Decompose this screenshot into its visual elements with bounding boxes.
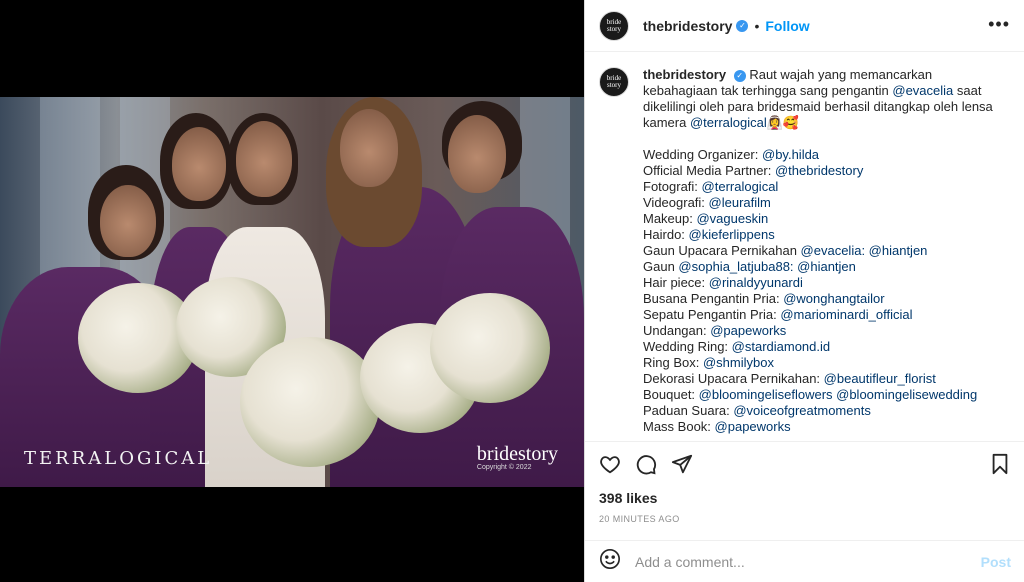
mention-link[interactable]: @papeworks <box>715 419 791 434</box>
post-side-panel: bride story thebridestory ✓ • Follow •••… <box>584 0 1024 582</box>
credit-label: Makeup: <box>643 211 697 226</box>
credit-line: Undangan: @papeworks <box>643 323 995 339</box>
caption: thebridestory ✓ Raut wajah yang memancar… <box>643 67 995 441</box>
credit-line: Wedding Organizer: @by.hilda <box>643 147 995 163</box>
caption-username[interactable]: thebridestory <box>643 67 726 82</box>
mention-link[interactable]: @voiceofgreatmoments <box>733 403 870 418</box>
credit-line: Gaun Upacara Pernikahan @evacelia: @hian… <box>643 243 995 259</box>
post-comment-button[interactable]: Post <box>981 554 1011 570</box>
comment-input[interactable] <box>635 553 965 570</box>
mention-link[interactable]: @thebridestory <box>775 163 863 178</box>
comment-icon[interactable] <box>633 451 659 477</box>
credit-line: Hair piece: @rinaldyyunardi <box>643 275 995 291</box>
credit-label: Hairdo: <box>643 227 689 242</box>
credit-line: Wedding Ring: @stardiamond.id <box>643 339 995 355</box>
credit-label: Official Media Partner: <box>643 163 775 178</box>
brand-watermark: bridestory Copyright © 2022 <box>477 444 558 471</box>
mention-link[interactable]: @bloomingeliseflowers @bloomingelisewedd… <box>699 387 978 402</box>
mention-link[interactable]: @kieferlippens <box>689 227 775 242</box>
mention-link[interactable]: @terralogical <box>702 179 779 194</box>
credit-label: Gaun <box>643 259 679 274</box>
mention-link[interactable]: @evacelia: @hiantjen <box>801 243 928 258</box>
credit-line: Official Media Partner: @thebridestory <box>643 163 995 179</box>
header-separator: • <box>754 17 760 34</box>
bride-face <box>236 121 292 197</box>
credit-label: Ring Box: <box>643 355 703 370</box>
mention-link[interactable]: @evacelia <box>892 83 953 98</box>
credit-line: Dekorasi Upacara Pernikahan: @beautifleu… <box>643 371 995 387</box>
verified-badge-icon: ✓ <box>733 69 746 82</box>
mention-link[interactable]: @rinaldyyunardi <box>709 275 803 290</box>
credit-label: Hair piece: <box>643 275 709 290</box>
credit-label: Videografi: <box>643 195 709 210</box>
credit-label: Bouquet: <box>643 387 699 402</box>
mention-link[interactable]: @shmilybox <box>703 355 774 370</box>
mention-link[interactable]: @wonghangtailor <box>783 291 884 306</box>
bookmark-icon[interactable] <box>987 451 1013 477</box>
credit-label: Mass Book: <box>643 419 715 434</box>
heart-icon[interactable] <box>597 451 623 477</box>
bridesmaid-face <box>340 109 398 187</box>
mention-link[interactable]: @mariominardi_official <box>780 307 912 322</box>
post-media-area: TERRALOGICAL bridestory Copyright © 2022 <box>0 0 584 582</box>
bridesmaid-face <box>100 185 156 257</box>
brand-watermark-copyright: Copyright © 2022 <box>476 464 532 471</box>
credit-line: Makeup: @vagueskin <box>643 211 995 227</box>
credit-line: Sepatu Pengantin Pria: @mariominardi_off… <box>643 307 995 323</box>
credit-line: Fotografi: @terralogical <box>643 179 995 195</box>
post-header: bride story thebridestory ✓ • Follow ••• <box>585 0 1024 52</box>
mention-link[interactable]: @vagueskin <box>696 211 768 226</box>
likes-count[interactable]: 398 likes <box>599 490 657 506</box>
mention-link[interactable]: @sophia_latjuba88: @hiantjen <box>678 259 855 274</box>
credit-label: Undangan: <box>643 323 711 338</box>
credit-label: Busana Pengantin Pria: <box>643 291 784 306</box>
bouquet <box>430 293 550 403</box>
mention-link[interactable]: @by.hilda <box>762 147 819 162</box>
credit-line: Paduan Suara: @voiceofgreatmoments <box>643 403 995 419</box>
mention-link[interactable]: @beautifleur_florist <box>824 371 936 386</box>
header-username[interactable]: thebridestory <box>643 18 732 34</box>
credit-label: Sepatu Pengantin Pria: <box>643 307 781 322</box>
credit-label: Gaun Upacara Pernikahan <box>643 243 801 258</box>
follow-button[interactable]: Follow <box>765 18 809 34</box>
verified-badge-icon: ✓ <box>736 19 749 32</box>
bridesmaid-face <box>172 127 226 201</box>
credit-line: Hairdo: @kieferlippens <box>643 227 995 243</box>
credit-label: Fotografi: <box>643 179 702 194</box>
caption-emoji: 👰‍♀️🥰 <box>766 115 800 130</box>
credit-label: Dekorasi Upacara Pernikahan: <box>643 371 824 386</box>
bridesmaid-face <box>448 115 506 193</box>
credit-line: Videografi: @leurafilm <box>643 195 995 211</box>
credit-line: Bouquet: @bloomingeliseflowers @blooming… <box>643 387 995 403</box>
credit-line: Gaun @sophia_latjuba88: @hiantjen <box>643 259 995 275</box>
mention-link[interactable]: @terralogical <box>690 115 767 130</box>
credits-list: Wedding Organizer: @by.hilda Official Me… <box>643 147 995 435</box>
credit-label: Wedding Ring: <box>643 339 732 354</box>
photographer-watermark: TERRALOGICAL <box>24 448 213 469</box>
more-horizontal-icon[interactable]: ••• <box>988 14 1010 35</box>
avatar[interactable]: bride story <box>599 10 629 41</box>
caption-scroll-area[interactable]: bride story thebridestory ✓ Raut wajah y… <box>585 53 1024 441</box>
brand-watermark-name: bridestory <box>476 443 558 465</box>
credit-label: Paduan Suara: <box>643 403 734 418</box>
comment-bar: Post <box>585 540 1024 582</box>
smiley-icon[interactable] <box>599 548 621 575</box>
bouquet <box>240 337 380 467</box>
credit-line: Mass Book: @papeworks <box>643 419 995 435</box>
mention-link[interactable]: @stardiamond.id <box>732 339 830 354</box>
credit-line: Busana Pengantin Pria: @wonghangtailor <box>643 291 995 307</box>
mention-link[interactable]: @leurafilm <box>709 195 771 210</box>
post-photo[interactable]: TERRALOGICAL bridestory Copyright © 2022 <box>0 97 584 487</box>
post-timestamp[interactable]: 20 MINUTES AGO <box>599 514 680 524</box>
mention-link[interactable]: @papeworks <box>710 323 786 338</box>
caption-avatar[interactable]: bride story <box>599 67 629 97</box>
post-actions-bar <box>585 441 1024 485</box>
credit-line: Ring Box: @shmilybox <box>643 355 995 371</box>
share-icon[interactable] <box>669 451 695 477</box>
credit-label: Wedding Organizer: <box>643 147 762 162</box>
